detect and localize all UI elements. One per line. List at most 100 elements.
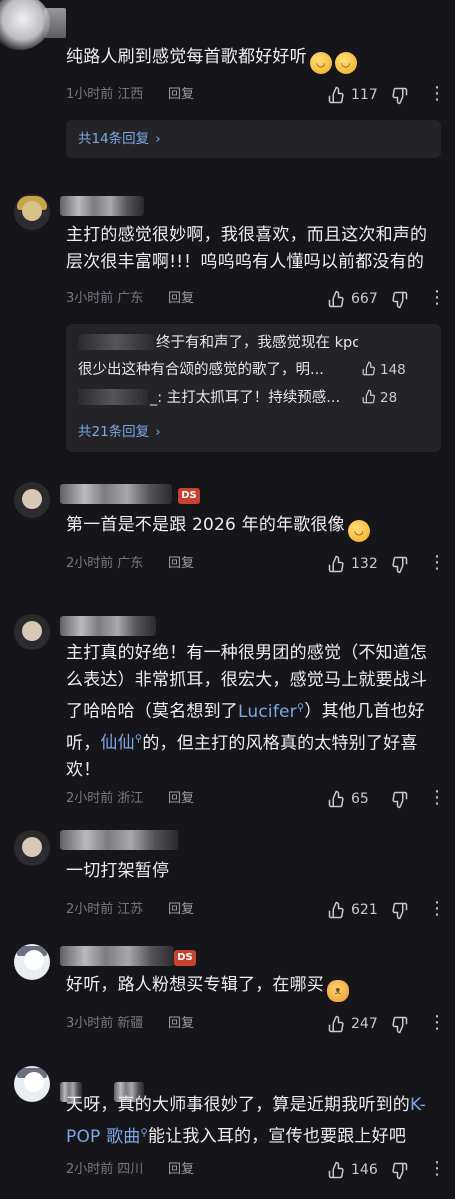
comment-location: 浙江 [117, 791, 144, 806]
thumb-up-icon[interactable] [328, 1161, 346, 1179]
comment-text: 第一首是不是跟 2026 年的年歌很像 ◡ [66, 512, 442, 542]
comment-meta: 3小时前 广东 回复 667 ⋮ [66, 289, 446, 309]
reply-button[interactable]: 回复 [168, 1160, 194, 1180]
comment-time: 3小时前 [66, 1016, 114, 1031]
reply-button[interactable]: 回复 [168, 1014, 194, 1034]
like-count: 621 [351, 902, 378, 918]
username-blur [44, 8, 66, 38]
more-vertical-icon[interactable]: ⋮ [428, 900, 446, 920]
reply-box: 终于有和声了，我感觉现在 kpop 都 很少出这种有合颂的感觉的歌了，明... … [66, 324, 441, 452]
like-count: 65 [351, 791, 369, 807]
thumb-up-icon[interactable] [328, 790, 346, 808]
thumb-down-icon[interactable] [390, 1016, 408, 1034]
username-blur [78, 389, 148, 405]
sub-reply[interactable]: _: 主打太抓耳了！持续预感... [78, 387, 358, 409]
comment-location: 江西 [117, 87, 144, 102]
thumb-up-icon [362, 361, 375, 376]
comment-text: 纯路人刷到感觉每首歌都好好听 ◡ ◡ [66, 44, 442, 74]
face-blush-emoji: ◡ [334, 52, 357, 74]
comment-meta: 2小时前 四川 回复 146 ⋮ [66, 1160, 446, 1180]
thumb-down-icon[interactable] [390, 902, 408, 920]
like-count: 132 [351, 556, 378, 572]
avatar[interactable] [14, 944, 50, 980]
thumb-down-icon[interactable] [390, 291, 408, 309]
more-vertical-icon[interactable]: ⋮ [428, 289, 446, 309]
like-count: 667 [351, 291, 378, 307]
comment-location: 广东 [117, 556, 144, 571]
comment-meta: 2小时前 江苏 回复 621 ⋮ [66, 900, 446, 920]
avatar[interactable] [14, 1066, 50, 1102]
comment-text: 主打的感觉很妙啊，我很喜欢，而且这次和声的层次很丰富啊!!！呜呜呜有人懂吗以前都… [66, 225, 428, 272]
search-icon: ⚲ [140, 1127, 149, 1138]
sub-reply[interactable]: 终于有和声了，我感觉现在 kpop 都 [78, 332, 358, 354]
reply-button[interactable]: 回复 [168, 85, 194, 105]
more-vertical-icon[interactable]: ⋮ [428, 789, 446, 809]
comment-time: 1小时前 [66, 87, 114, 102]
avatar[interactable] [14, 482, 50, 518]
comment-time: 2小时前 [66, 556, 114, 571]
username-blur [60, 484, 172, 504]
thumb-up-icon[interactable] [328, 86, 346, 104]
more-vertical-icon[interactable]: ⋮ [428, 1014, 446, 1034]
chevron-right-icon: › [155, 424, 161, 440]
view-replies-link[interactable]: 共14条回复 › [78, 129, 161, 149]
comment-meta: 3小时前 新疆 回复 247 ⋮ [66, 1014, 446, 1034]
search-link[interactable]: 仙仙⚲ [100, 733, 142, 753]
avatar[interactable] [14, 614, 50, 650]
comment-text: 主打真的好绝！有一种很男团的感觉（不知道怎么表达）非常抓耳，很宏大，感觉马上就要… [66, 643, 428, 781]
comment-meta: 2小时前 广东 回复 132 ⋮ [66, 554, 446, 574]
avatar[interactable] [14, 194, 50, 230]
comment-time: 2小时前 [66, 1162, 114, 1177]
sub-reply-like[interactable]: 28 [362, 387, 397, 409]
comment-time: 2小时前 [66, 791, 114, 806]
face-blush-emoji: ◡ [347, 520, 370, 542]
sub-reply-like[interactable]: 148 [362, 359, 406, 381]
reply-button[interactable]: 回复 [168, 900, 194, 920]
username-blur [60, 616, 156, 636]
comment-location: 广东 [117, 291, 144, 306]
like-count: 117 [351, 87, 378, 103]
dog-emoji: ᴥ [327, 980, 349, 1002]
like-count: 146 [351, 1162, 378, 1178]
thumb-down-icon[interactable] [390, 791, 408, 809]
more-vertical-icon[interactable]: ⋮ [428, 1160, 446, 1180]
fan-badge: DS [174, 950, 196, 966]
thumb-up-icon[interactable] [328, 901, 346, 919]
like-count: 247 [351, 1016, 378, 1032]
fan-badge: DS [178, 488, 200, 504]
username-blur [60, 946, 174, 966]
comment-text: 天呀，真的大师事很妙了，算是近期我听到的K-POP 歌曲⚲能让我入耳的，宣传也要… [66, 1095, 426, 1147]
chevron-right-icon: › [155, 131, 161, 147]
search-link[interactable]: Lucifer⚲ [238, 702, 304, 722]
comment-time: 2小时前 [66, 902, 114, 917]
comment-meta: 2小时前 浙江 回复 65 ⋮ [66, 789, 446, 809]
comment-time: 3小时前 [66, 291, 114, 306]
thumb-down-icon[interactable] [390, 1162, 408, 1180]
comment-location: 新疆 [117, 1016, 144, 1031]
thumb-up-icon[interactable] [328, 290, 346, 308]
reply-box: 共14条回复 › [66, 120, 441, 158]
username-blur [60, 830, 178, 850]
thumb-up-icon [362, 389, 375, 404]
avatar[interactable] [14, 830, 50, 866]
comment-meta: 1小时前 江西 回复 117 ⋮ [66, 85, 446, 105]
username-blur [60, 196, 144, 216]
thumb-down-icon[interactable] [390, 556, 408, 574]
sub-reply[interactable]: 很少出这种有合颂的感觉的歌了，明... [78, 359, 358, 381]
thumb-up-icon[interactable] [328, 555, 346, 573]
more-vertical-icon[interactable]: ⋮ [428, 554, 446, 574]
comment-text: 好听，路人粉想买专辑了，在哪买 ᴥ [66, 972, 442, 1002]
view-replies-link[interactable]: 共21条回复 › [78, 422, 161, 442]
username-blur [78, 334, 154, 350]
comment-text: 一切打架暂停 [66, 861, 170, 881]
comment-location: 四川 [117, 1162, 144, 1177]
reply-button[interactable]: 回复 [168, 289, 194, 309]
thumb-down-icon[interactable] [390, 87, 408, 105]
more-vertical-icon[interactable]: ⋮ [428, 85, 446, 105]
face-blush-emoji: ◡ [309, 52, 332, 74]
thumb-up-icon[interactable] [328, 1015, 346, 1033]
comment-location: 江苏 [117, 902, 144, 917]
reply-button[interactable]: 回复 [168, 789, 194, 809]
reply-button[interactable]: 回复 [168, 554, 194, 574]
avatar[interactable] [0, 0, 50, 50]
